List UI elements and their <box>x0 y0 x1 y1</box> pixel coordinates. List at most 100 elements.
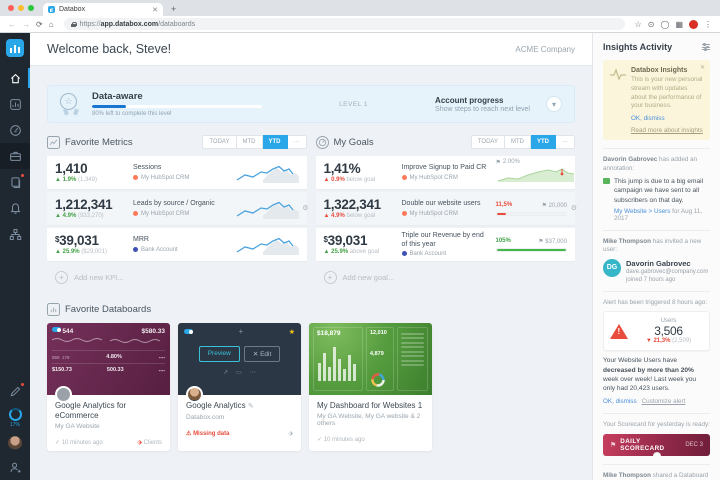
add-databoard-icon[interactable]: + <box>239 327 244 336</box>
metric-row-mrr[interactable]: $39,031 ▲ 25.9% ($29,001) MRR Bank Accou… <box>47 228 307 261</box>
bell-icon <box>9 202 22 215</box>
metric-row-sessions[interactable]: 1,410 ▲ 1.9% (1,349) Sessions My HubSpot… <box>47 156 307 189</box>
goals-period-today[interactable]: TODAY <box>471 135 505 149</box>
insights-activity-sidebar: Insights Activity ✕ Databox Insights Thi… <box>592 33 720 480</box>
tag-icon[interactable]: ⬗ <box>288 430 293 437</box>
display-icon[interactable]: ▭ <box>236 369 242 376</box>
metrics-period-today[interactable]: TODAY <box>202 135 236 149</box>
goals-period-more[interactable]: ··· <box>556 135 575 149</box>
metrics-period-ytd[interactable]: YTD <box>263 135 288 149</box>
badge-ribbon-icon: ☆ <box>60 93 82 115</box>
reload-icon[interactable]: ⟳ <box>36 20 43 29</box>
filter-sliders-icon[interactable] <box>702 44 710 50</box>
main-content: Welcome back, Steve! ACME Company ☆ Data… <box>30 33 592 480</box>
extension-icon-2[interactable]: ◯ <box>660 20 669 29</box>
new-tab-button[interactable]: + <box>171 4 176 14</box>
delta-up-icon: ▲ <box>55 177 63 183</box>
goal-row-revenue[interactable]: $39,031 ▲ 25.9% above goal Triple our Re… <box>316 228 576 261</box>
close-window-button[interactable] <box>8 5 14 11</box>
extension-icon[interactable]: ⊙ <box>648 20 655 29</box>
read-more-link[interactable]: Read more about insights <box>631 127 703 134</box>
back-icon[interactable]: ← <box>8 20 16 29</box>
alert-card[interactable]: Users 3,506 ▼ 21,3% (2,509) <box>603 311 710 351</box>
missing-data-status: ⚠ Missing data <box>186 430 229 437</box>
window-controls[interactable] <box>8 5 34 11</box>
alert-dismiss-link[interactable]: OK, dismiss <box>603 398 637 405</box>
metrics-period-mtd[interactable]: MTD <box>237 135 263 149</box>
home-icon[interactable]: ⌂ <box>49 20 54 29</box>
goals-period-mtd[interactable]: MTD <box>505 135 531 149</box>
metric-row-leads[interactable]: 1,212,341 ▲ 4.9% (933,270) Leads by sour… <box>47 192 307 225</box>
sidebar-item-databoards[interactable] <box>0 143 30 169</box>
browser-profile-avatar[interactable] <box>689 20 698 29</box>
sidebar-item-feedback[interactable] <box>0 378 30 404</box>
add-new-kpi[interactable]: + Add new KPI... <box>47 264 307 290</box>
favorite-star-icon[interactable]: ★ <box>289 328 295 336</box>
zoom-window-button[interactable] <box>28 5 34 11</box>
row-settings-gear-icon[interactable]: ⚙ <box>302 204 308 212</box>
tab-close-icon[interactable]: ✕ <box>152 6 158 14</box>
add-new-goal[interactable]: + Add new goal... <box>316 264 576 290</box>
browser-toolbar: ← → ⟳ ⌂ https://app.databox.com/databoar… <box>0 16 720 33</box>
databoard-title[interactable]: My Dashboard for Websites 1 <box>317 401 424 411</box>
sidebar-setup-progress[interactable]: 17% <box>9 408 22 428</box>
dismiss-link[interactable]: OK, dismiss <box>631 115 665 122</box>
preview-bar-chart <box>317 337 359 381</box>
sidebar-item-home[interactable] <box>0 65 30 91</box>
expand-banner-button[interactable]: ▾ <box>546 96 562 112</box>
user-avatar[interactable] <box>8 436 22 450</box>
daily-scorecard-banner[interactable]: ⚑ DAILY SCORECARD DEC 3 <box>603 434 710 456</box>
goals-period-ytd[interactable]: YTD <box>531 135 556 149</box>
metrics-period-more[interactable]: ··· <box>288 135 307 149</box>
databoard-title[interactable]: Google Analytics ✎ <box>186 401 293 412</box>
bookmark-star-icon[interactable]: ☆ <box>635 20 642 29</box>
preview-button[interactable]: Preview <box>199 346 240 362</box>
sidebar-item-goals-gauge[interactable] <box>0 117 30 143</box>
databoard-card-websites[interactable]: $18,879 12,010 4,879 <box>309 323 432 451</box>
favorite-databoards-icon <box>47 303 60 316</box>
more-options-icon[interactable]: ⋯ <box>250 369 256 376</box>
sidebar-item-invite[interactable] <box>0 454 30 480</box>
invited-user-name[interactable]: Davorin Gabrovec <box>626 259 708 268</box>
browser-menu-icon[interactable]: ⋮ <box>704 20 712 29</box>
sidebar-item-alerts[interactable] <box>0 169 30 195</box>
databoard-card-ga-ecommerce[interactable]: 544 $580.33 859 178 4.80% ▪▪▪▪ <box>47 323 170 451</box>
metric-name: MRR <box>133 236 221 244</box>
goal-area-chart <box>496 166 574 182</box>
hubspot-icon <box>402 211 407 216</box>
user-initials-avatar: DG <box>603 259 621 277</box>
annotation-link[interactable]: My Website > Users <box>614 208 670 215</box>
activity-invite: Mike Thompson has invited a new user: DG… <box>603 230 710 283</box>
goal-row-signup-cr[interactable]: 1,41% ▲ 0.9% below goal Improve Signup t… <box>316 156 576 189</box>
goal-name: Triple our Revenue by end of this year <box>402 232 490 249</box>
minimize-window-button[interactable] <box>18 5 24 11</box>
board-tag[interactable]: ⬗ Clients <box>137 439 162 446</box>
apps-grid-icon[interactable]: ▦ <box>675 20 683 29</box>
company-name[interactable]: ACME Company <box>515 45 575 54</box>
forward-icon[interactable]: → <box>22 20 30 29</box>
row-settings-gear-icon[interactable]: ⚙ <box>571 204 577 212</box>
edit-button[interactable]: ✕ Edit <box>244 346 280 362</box>
sidebar-item-notifications[interactable] <box>0 195 30 221</box>
alert-customize-link[interactable]: Customize alert <box>642 398 686 405</box>
my-goals-title: My Goals <box>334 137 471 148</box>
goal-flag-icon: ⚑ <box>496 159 501 166</box>
plus-circle-icon: + <box>55 271 68 284</box>
databoard-card-google-analytics[interactable]: + ★ Preview ✕ Edit ↗ ▭ ⋯ <box>178 323 301 451</box>
sidebar-item-integrations[interactable] <box>0 221 30 247</box>
sidebar-item-metrics[interactable] <box>0 91 30 117</box>
close-icon[interactable]: ✕ <box>700 64 705 71</box>
databoard-title[interactable]: Google Analytics for eCommerce <box>55 401 162 421</box>
browser-tab[interactable]: Databox ✕ <box>43 3 163 16</box>
databoard-sources: My GA Website <box>55 423 162 430</box>
insights-activity-title: Insights Activity <box>603 42 672 52</box>
goal-row-website-users[interactable]: 1,322,341 ▲ 4.9% below goal Double our w… <box>316 192 576 225</box>
progress-ring-label: 17% <box>10 422 20 428</box>
share-icon[interactable]: ↗ <box>223 369 228 376</box>
address-bar[interactable]: https://app.databox.com/databoards <box>64 18 625 30</box>
tag-icon: ⬗ <box>137 440 142 446</box>
preview-toggle-icon[interactable] <box>184 329 193 334</box>
rename-pencil-icon[interactable]: ✎ <box>248 403 254 410</box>
databox-logo[interactable] <box>6 39 24 57</box>
scorecard-notch <box>653 452 661 460</box>
